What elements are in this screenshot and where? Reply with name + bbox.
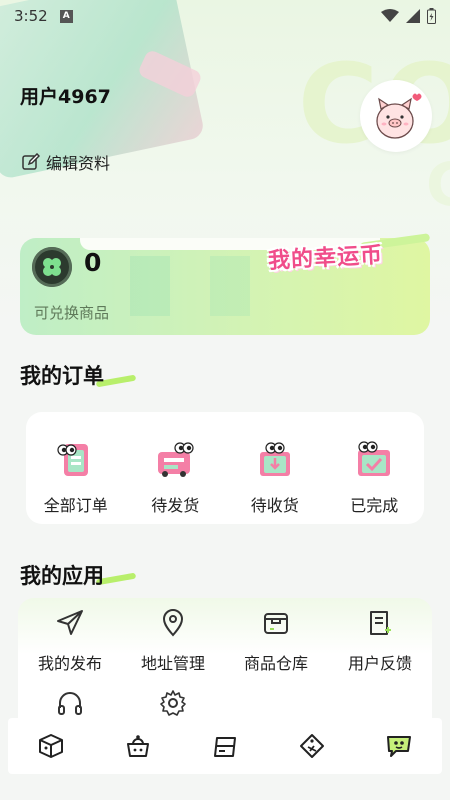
notification-a-icon: A [59, 9, 73, 23]
app-address[interactable]: 地址管理 [121, 608, 225, 674]
clover-coin-icon [32, 247, 72, 287]
decorative-letters-lower: C [425, 150, 450, 220]
tag-icon [299, 734, 324, 758]
card-mosaic-decoration [130, 256, 290, 316]
app-settings[interactable] [121, 688, 225, 718]
edit-icon [22, 153, 40, 170]
to-receive-icon [259, 442, 290, 476]
order-all-label: 全部订单 [43, 496, 108, 515]
nav-home[interactable] [31, 726, 71, 766]
app-warehouse-label: 商品仓库 [243, 654, 308, 673]
battery-icon [427, 8, 436, 24]
avatar[interactable] [360, 80, 432, 152]
app-warehouse[interactable]: 商品仓库 [224, 608, 328, 674]
app-customer-service[interactable] [18, 688, 122, 718]
order-to-receive-label: 待收货 [250, 496, 299, 515]
nav-cards[interactable] [205, 726, 245, 766]
warehouse-icon [264, 613, 288, 634]
order-to-receive[interactable]: 待收货 [225, 412, 325, 524]
gear-icon [160, 690, 186, 716]
app-feedback[interactable]: 用户反馈 [328, 608, 432, 674]
nav-profile[interactable] [379, 726, 419, 766]
completed-icon [358, 441, 391, 476]
orders-card: 全部订单 待发货 待收货 已完成 [26, 412, 424, 524]
order-completed-label: 已完成 [350, 496, 399, 515]
order-all[interactable]: 全部订单 [26, 412, 126, 524]
nav-deals[interactable] [292, 726, 332, 766]
edit-profile-button[interactable]: 编辑资料 [22, 150, 110, 174]
bottom-navigation [8, 718, 442, 774]
status-bar: 3:52 A [0, 0, 450, 32]
system-nav-area [0, 774, 450, 800]
apps-section-title: 我的应用 [20, 564, 104, 588]
apps-card: 我的发布 地址管理 商品仓库 用户反馈 [18, 598, 432, 738]
signal-icon [406, 9, 420, 23]
lucky-coin-title: 我的幸运币 [267, 243, 384, 274]
all-orders-icon [57, 444, 88, 476]
pig-avatar-icon [376, 93, 422, 139]
app-my-posts-label: 我的发布 [37, 654, 102, 673]
nav-category[interactable] [118, 726, 158, 766]
card-icon [213, 737, 236, 757]
coin-subtitle: 可兑换商品 [34, 304, 110, 322]
chat-icon [386, 736, 411, 757]
coin-count: 0 [84, 248, 102, 277]
order-to-ship[interactable]: 待发货 [126, 412, 226, 524]
order-completed[interactable]: 已完成 [325, 412, 425, 524]
location-icon [162, 609, 184, 637]
box-icon [39, 734, 64, 758]
app-my-posts[interactable]: 我的发布 [18, 608, 122, 674]
to-ship-icon [158, 442, 194, 477]
orders-section-title: 我的订单 [20, 364, 104, 388]
order-to-ship-label: 待发货 [151, 496, 200, 515]
headphones-icon [58, 692, 82, 715]
feedback-icon [370, 611, 391, 635]
wifi-icon [381, 9, 399, 22]
edit-profile-label: 编辑资料 [46, 154, 111, 173]
send-icon [57, 610, 83, 635]
app-feedback-label: 用户反馈 [347, 654, 412, 673]
app-address-label: 地址管理 [140, 654, 205, 673]
username: 用户4967 [20, 86, 111, 108]
status-time: 3:52 [14, 7, 48, 25]
pot-icon [127, 735, 150, 757]
